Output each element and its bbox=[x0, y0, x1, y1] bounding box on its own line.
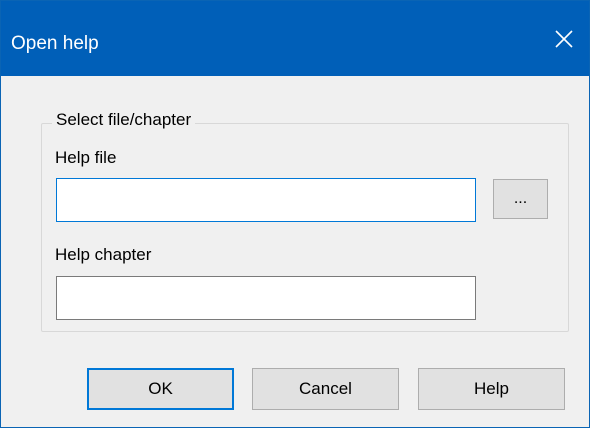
open-help-dialog: Open help Select file/chapter Help file … bbox=[0, 0, 590, 428]
help-button[interactable]: Help bbox=[418, 368, 565, 410]
close-button[interactable] bbox=[539, 1, 589, 76]
title-bar: Open help bbox=[1, 1, 589, 76]
help-file-label: Help file bbox=[55, 148, 117, 167]
ok-button[interactable]: OK bbox=[87, 368, 234, 410]
help-chapter-input[interactable] bbox=[56, 276, 476, 320]
dialog-title: Open help bbox=[11, 33, 99, 54]
browse-button[interactable]: ... bbox=[493, 179, 548, 219]
close-icon bbox=[555, 29, 573, 48]
cancel-button[interactable]: Cancel bbox=[252, 368, 399, 410]
help-chapter-label: Help chapter bbox=[55, 245, 152, 264]
help-file-input[interactable] bbox=[56, 178, 476, 222]
group-legend: Select file/chapter bbox=[52, 110, 196, 130]
